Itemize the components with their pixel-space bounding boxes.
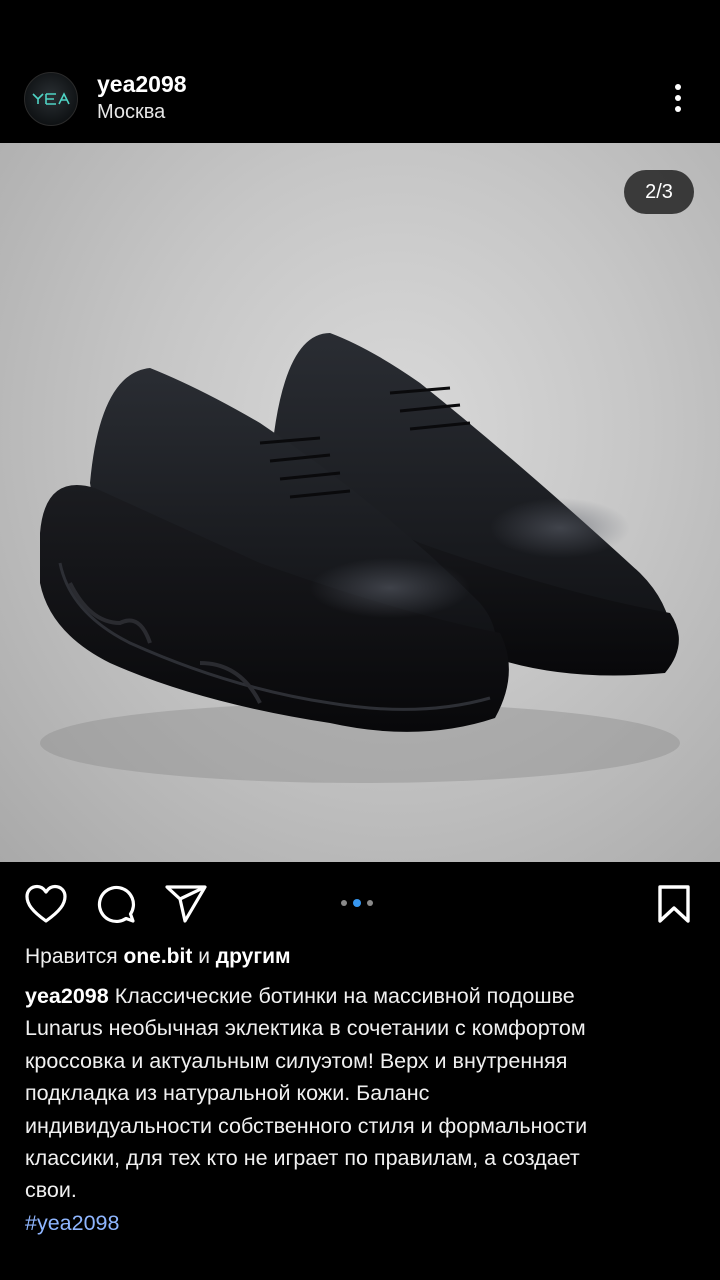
slide-counter-badge: 2/3 — [624, 170, 694, 214]
post-image[interactable]: 2/3 — [0, 143, 720, 862]
likes-and: и — [198, 945, 210, 968]
carousel-dot — [367, 900, 373, 906]
post-username[interactable]: yea2098 — [97, 71, 187, 98]
caption-line: индивидуальности собственного стиля и фо… — [25, 1113, 588, 1138]
post-action-bar — [0, 862, 720, 946]
comment-icon — [97, 885, 136, 924]
post-caption: yea2098 Классические ботинки на массивно… — [25, 980, 697, 1239]
bookmark-icon — [658, 885, 690, 923]
hashtag-link[interactable]: #yea2098 — [25, 1207, 697, 1239]
comment-button[interactable] — [92, 880, 140, 928]
caption-line: yea2098 Классические ботинки на массивно… — [25, 980, 697, 1012]
share-button[interactable] — [162, 880, 210, 928]
caption-line: Lunarus необычная эклектика в сочетании … — [25, 1016, 586, 1041]
liked-by-user[interactable]: one.bit — [124, 945, 193, 968]
shoes-photo — [40, 333, 680, 783]
likes-prefix: Нравится — [25, 945, 118, 968]
save-button[interactable] — [650, 880, 698, 928]
caption-line: подкладка из натуральной кожи. Баланс — [25, 1081, 430, 1106]
caption-line: кроссовка и актуальным силуэтом! Верх и … — [25, 1048, 568, 1073]
carousel-indicator — [341, 899, 373, 907]
caption-line: классики, для тех кто не играет по прави… — [25, 1146, 580, 1171]
liked-by-others[interactable]: другим — [216, 945, 291, 968]
carousel-dot — [341, 900, 347, 906]
brand-logo — [32, 92, 70, 105]
heart-icon — [25, 884, 67, 923]
caption-text: Классические ботинки на массивной подошв… — [114, 984, 575, 1008]
avatar[interactable] — [24, 72, 78, 126]
post-location[interactable]: Москва — [97, 101, 165, 124]
caption-author[interactable]: yea2098 — [25, 984, 109, 1008]
post-header: yea2098 Москва — [0, 0, 720, 143]
caption-line: свои. — [25, 1178, 77, 1203]
more-vertical-icon — [675, 84, 681, 90]
more-options-button[interactable] — [660, 78, 696, 118]
send-icon — [165, 885, 207, 923]
carousel-dot-active — [353, 899, 361, 907]
likes-summary[interactable]: Нравится one.bit и другим — [25, 945, 291, 969]
like-button[interactable] — [22, 880, 70, 928]
